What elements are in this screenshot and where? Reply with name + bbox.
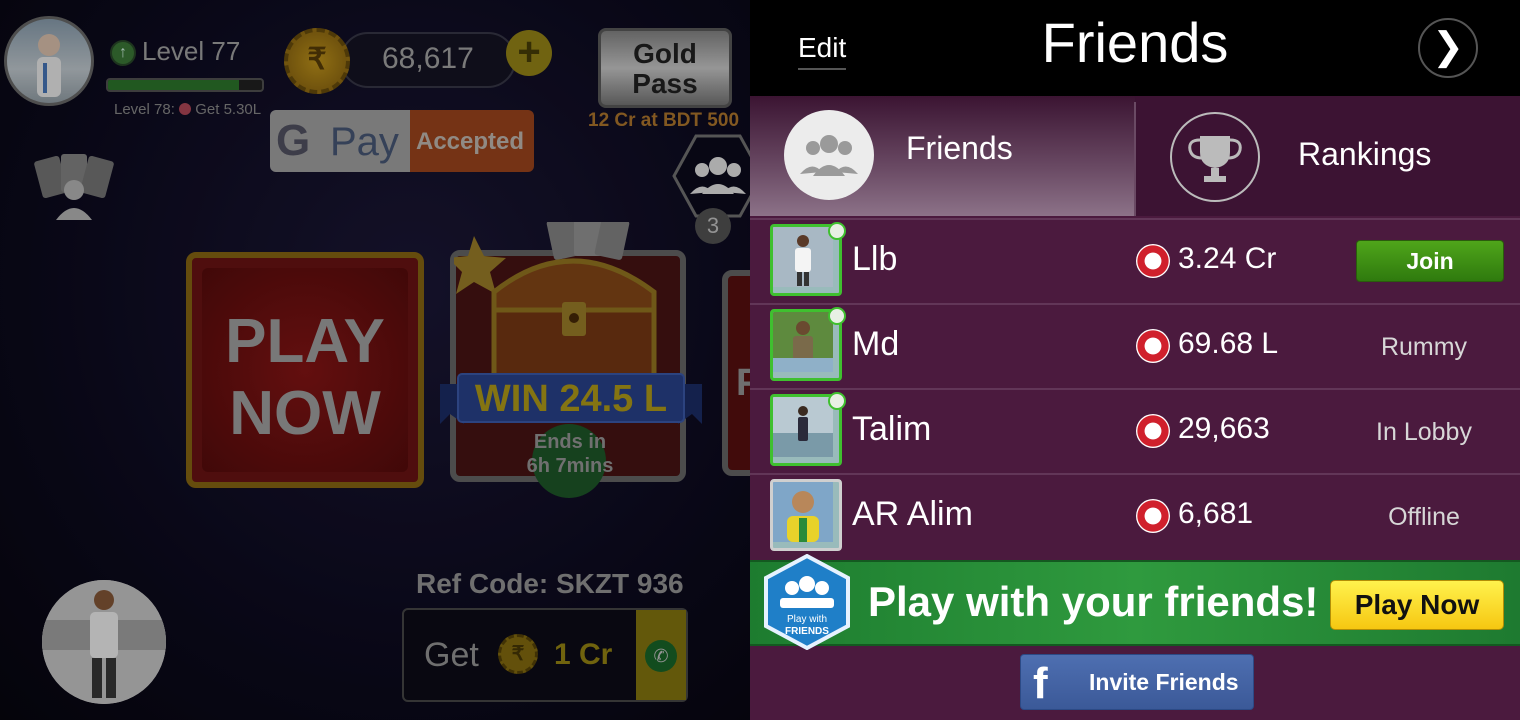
person-photo-icon (773, 482, 833, 542)
person-photo-icon (773, 397, 833, 457)
play-now-line2: NOW (229, 379, 381, 448)
trophy-icon (1170, 112, 1260, 202)
panel-tabs: Friends Rankings (750, 96, 1520, 216)
countdown-text: Ends in 6h 7mins (500, 430, 640, 478)
next-card-letter: P (736, 362, 750, 404)
player-avatar[interactable] (4, 16, 94, 106)
level-progress-bar (106, 78, 264, 92)
poker-chip-icon (1136, 499, 1170, 533)
list-item[interactable]: Talim 29,663 In Lobby (750, 388, 1520, 474)
panel-title: Friends (1041, 11, 1229, 74)
gold-pass-offer: 12 Cr at BDT 500 (588, 110, 740, 131)
list-item[interactable]: Md 69.68 L Rummy (750, 303, 1520, 389)
poker-chip-icon (1136, 414, 1170, 448)
level-up-arrow-icon: ↑ (110, 40, 136, 66)
whatsapp-icon: ✆ (645, 640, 677, 672)
friend-name: AR Alim (852, 495, 973, 533)
online-indicator (828, 222, 846, 240)
friend-chips: 6,681 (1178, 497, 1254, 530)
facebook-icon: f (1033, 659, 1048, 708)
countdown-label: Ends in (533, 431, 607, 453)
tab-friends[interactable]: Friends (750, 96, 1135, 216)
coin-balance: 68,617 (382, 42, 474, 75)
tab-rankings-label: Rankings (1298, 136, 1432, 172)
person-photo-icon (37, 34, 61, 97)
referral-reward-value: 1 Cr (554, 638, 613, 671)
rupee-coin-icon: ₹ (498, 634, 538, 674)
friends-group-icon (784, 110, 874, 200)
gpay-accepted-banner[interactable]: G Pay Accepted (270, 110, 534, 172)
play-now-small-button[interactable]: Play Now (1330, 580, 1504, 630)
online-indicator (828, 392, 846, 410)
win-amount: WIN 24.5 L (474, 378, 668, 420)
friend-name: Talim (852, 410, 932, 448)
referral-code: Ref Code: SKZT 936 (416, 568, 684, 599)
person-photo-icon (42, 580, 166, 704)
add-coins-button[interactable]: + (506, 30, 552, 76)
invite-friends-button[interactable]: f Invite Friends (1020, 654, 1254, 710)
person-photo-icon (773, 227, 833, 287)
my-profile-avatar[interactable] (42, 580, 166, 704)
friend-name: Llb (852, 240, 898, 278)
friend-status: Rummy (1380, 333, 1468, 361)
banner-text: Play with your friends! (868, 578, 1319, 625)
chip-icon (179, 103, 192, 115)
gpay-accepted-text: Accepted (416, 128, 525, 155)
rupee-coin-icon: ₹ (284, 28, 350, 94)
next-level-reward-value: Get 5.30L (195, 101, 262, 118)
friends-count-badge: 3 (695, 208, 731, 244)
gpay-pay-text: Pay (330, 120, 399, 164)
friend-chips: 3.24 Cr (1178, 242, 1277, 275)
gold-pass-line1: Gold (633, 38, 697, 69)
referral-get-label: Get (424, 636, 479, 674)
panel-header: Edit Friends ❯ (750, 0, 1520, 96)
list-item[interactable]: Llb 3.24 Cr Join (750, 218, 1520, 304)
play-now-line1: PLAY (225, 307, 385, 376)
level-progress-fill (108, 80, 239, 90)
gold-pass-button[interactable]: Gold Pass (598, 28, 732, 108)
friend-chips: 29,663 (1178, 412, 1270, 445)
play-with-friends-badge-icon: Play with FRIENDS (764, 554, 850, 650)
online-indicator (828, 307, 846, 325)
poker-chip-icon (1136, 244, 1170, 278)
google-g-icon: G (276, 116, 311, 165)
badge-text-1: Play with (787, 614, 827, 625)
friend-name: Md (852, 325, 900, 363)
level-label: Level 77 (142, 36, 241, 66)
cards-group-icon[interactable] (34, 152, 114, 222)
countdown-value: 6h 7mins (526, 455, 614, 477)
treasure-chest-icon (454, 222, 657, 383)
next-level-label: Level 78: (114, 101, 175, 118)
badge-text-2: FRIENDS (785, 626, 829, 637)
friend-status: Offline (1388, 503, 1460, 531)
list-item[interactable]: AR Alim 6,681 Offline (750, 473, 1520, 559)
person-photo-icon (773, 312, 833, 372)
gold-pass-line2: Pass (632, 68, 698, 99)
chevron-right-icon[interactable]: ❯ (1418, 18, 1478, 78)
join-button[interactable]: Join (1356, 240, 1504, 282)
friends-panel: Edit Friends ❯ Friends Rankings Llb 3.24… (750, 0, 1520, 720)
invite-friends-label: Invite Friends (1089, 669, 1239, 695)
poker-chip-icon (1136, 329, 1170, 363)
friend-avatar[interactable] (770, 479, 842, 551)
friend-status: In Lobby (1376, 418, 1472, 446)
play-now-text: PLAY NOW (192, 306, 418, 450)
play-with-friends-banner[interactable]: Play with FRIENDS Play with your friends… (750, 554, 1520, 650)
play-now-button[interactable]: PLAY NOW (186, 252, 424, 488)
friend-chips: 69.68 L (1178, 327, 1279, 360)
game-lobby: ↑ Level 77 Level 78: Get 5.30L ₹ 68,617 … (0, 0, 750, 720)
tab-friends-label: Friends (906, 130, 1013, 166)
next-level-reward: Level 78: Get 5.30L (114, 101, 261, 118)
next-game-card[interactable]: P (722, 270, 750, 476)
